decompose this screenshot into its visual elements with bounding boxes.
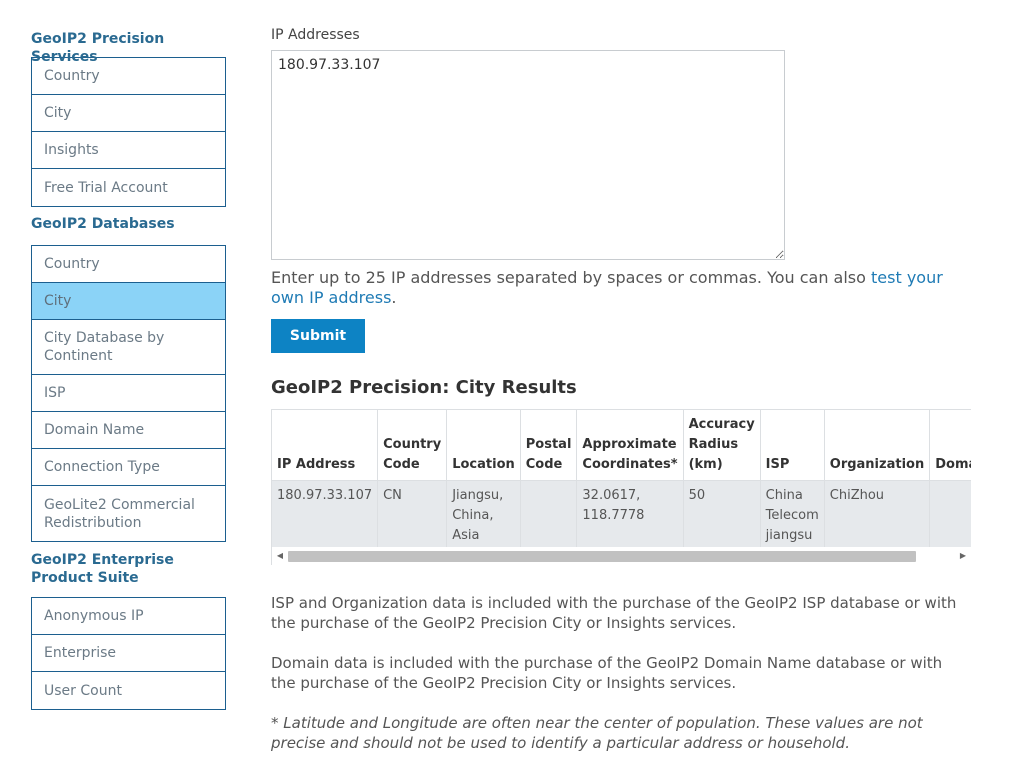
sidebar-item-db-geolite2-redistribution[interactable]: GeoLite2 Commercial Redistribution [32, 486, 225, 541]
sidebar-item-precision-insights[interactable]: Insights [32, 132, 225, 169]
col-accuracy-radius: Accuracy Radius (km) [683, 410, 761, 481]
cell-domain [929, 480, 971, 547]
cell-postal-code [520, 480, 578, 547]
sidebar-heading-databases: GeoIP2 Databases [31, 216, 175, 232]
nav-list-databases: Country City City Database by Continent … [31, 245, 226, 542]
ip-addresses-label: IP Addresses [271, 27, 360, 43]
col-approximate-coordinates: Approximate Coordinates* [576, 410, 684, 481]
sidebar-heading-enterprise-suite: GeoIP2 Enterprise Product Suite [31, 552, 174, 586]
cell-country-code: CN [377, 480, 448, 547]
cell-location: Jiangsu, China, Asia [446, 480, 521, 547]
results-title: GeoIP2 Precision: City Results [271, 377, 577, 398]
submit-button[interactable]: Submit [271, 319, 365, 353]
table-horizontal-scrollbar[interactable]: ◀ ▶ [271, 547, 971, 565]
table-row: 180.97.33.107 CN Jiangsu, China, Asia 32… [272, 480, 971, 547]
col-ip-address: IP Address [272, 410, 379, 481]
nav-list-enterprise-suite: Anonymous IP Enterprise User Count [31, 597, 226, 710]
col-location: Location [446, 410, 521, 481]
ip-addresses-input[interactable] [271, 50, 785, 260]
cell-coordinates: 32.0617, 118.7778 [576, 480, 684, 547]
sidebar-item-db-isp[interactable]: ISP [32, 375, 225, 412]
sidebar-item-db-city[interactable]: City [32, 283, 225, 320]
scroll-thumb[interactable] [288, 551, 916, 562]
sidebar-item-user-count[interactable]: User Count [32, 672, 225, 709]
cell-organization: ChiZhou [824, 480, 931, 547]
results-table-container: IP Address Country Code Location Postal … [271, 409, 971, 547]
cell-ip: 180.97.33.107 [272, 480, 379, 547]
sidebar-item-db-domain-name[interactable]: Domain Name [32, 412, 225, 449]
col-organization: Organization [824, 410, 931, 481]
sidebar-item-db-country[interactable]: Country [32, 246, 225, 283]
main-content: IP Addresses Enter up to 25 IP addresses… [271, 24, 971, 753]
coordinates-footnote: * Latitude and Longitude are often near … [271, 714, 923, 752]
scroll-right-arrow-icon[interactable]: ▶ [957, 550, 969, 562]
sidebar-item-db-connection-type[interactable]: Connection Type [32, 449, 225, 486]
help-text-suffix: . [391, 288, 397, 307]
sidebar-item-anonymous-ip[interactable]: Anonymous IP [32, 598, 225, 635]
nav-list-precision-services: Country City Insights Free Trial Account [31, 57, 226, 207]
help-text-body: Enter up to 25 IP addresses separated by… [271, 268, 872, 287]
col-domain: Domain [929, 410, 971, 481]
domain-note: Domain data is included with the purchas… [271, 654, 943, 692]
sidebar-item-db-city-by-continent[interactable]: City Database by Continent [32, 320, 225, 375]
sidebar-heading-precision-services: GeoIP2 Precision Services [31, 31, 165, 65]
table-header-row: IP Address Country Code Location Postal … [272, 410, 971, 481]
col-postal-code: Postal Code [520, 410, 578, 481]
isp-org-note: ISP and Organization data is included wi… [271, 594, 957, 632]
col-isp: ISP [760, 410, 825, 481]
sidebar-item-precision-city[interactable]: City [32, 95, 225, 132]
sidebar: GeoIP2 Precision Services Country City I… [31, 28, 226, 719]
scroll-left-arrow-icon[interactable]: ◀ [274, 550, 286, 562]
results-table: IP Address Country Code Location Postal … [272, 410, 971, 547]
sidebar-item-free-trial[interactable]: Free Trial Account [32, 169, 225, 206]
cell-isp: China Telecom jiangsu [760, 480, 825, 547]
cell-accuracy-radius: 50 [683, 480, 761, 547]
help-text: Enter up to 25 IP addresses separated by… [271, 268, 971, 308]
sidebar-item-enterprise[interactable]: Enterprise [32, 635, 225, 672]
col-country-code: Country Code [377, 410, 448, 481]
